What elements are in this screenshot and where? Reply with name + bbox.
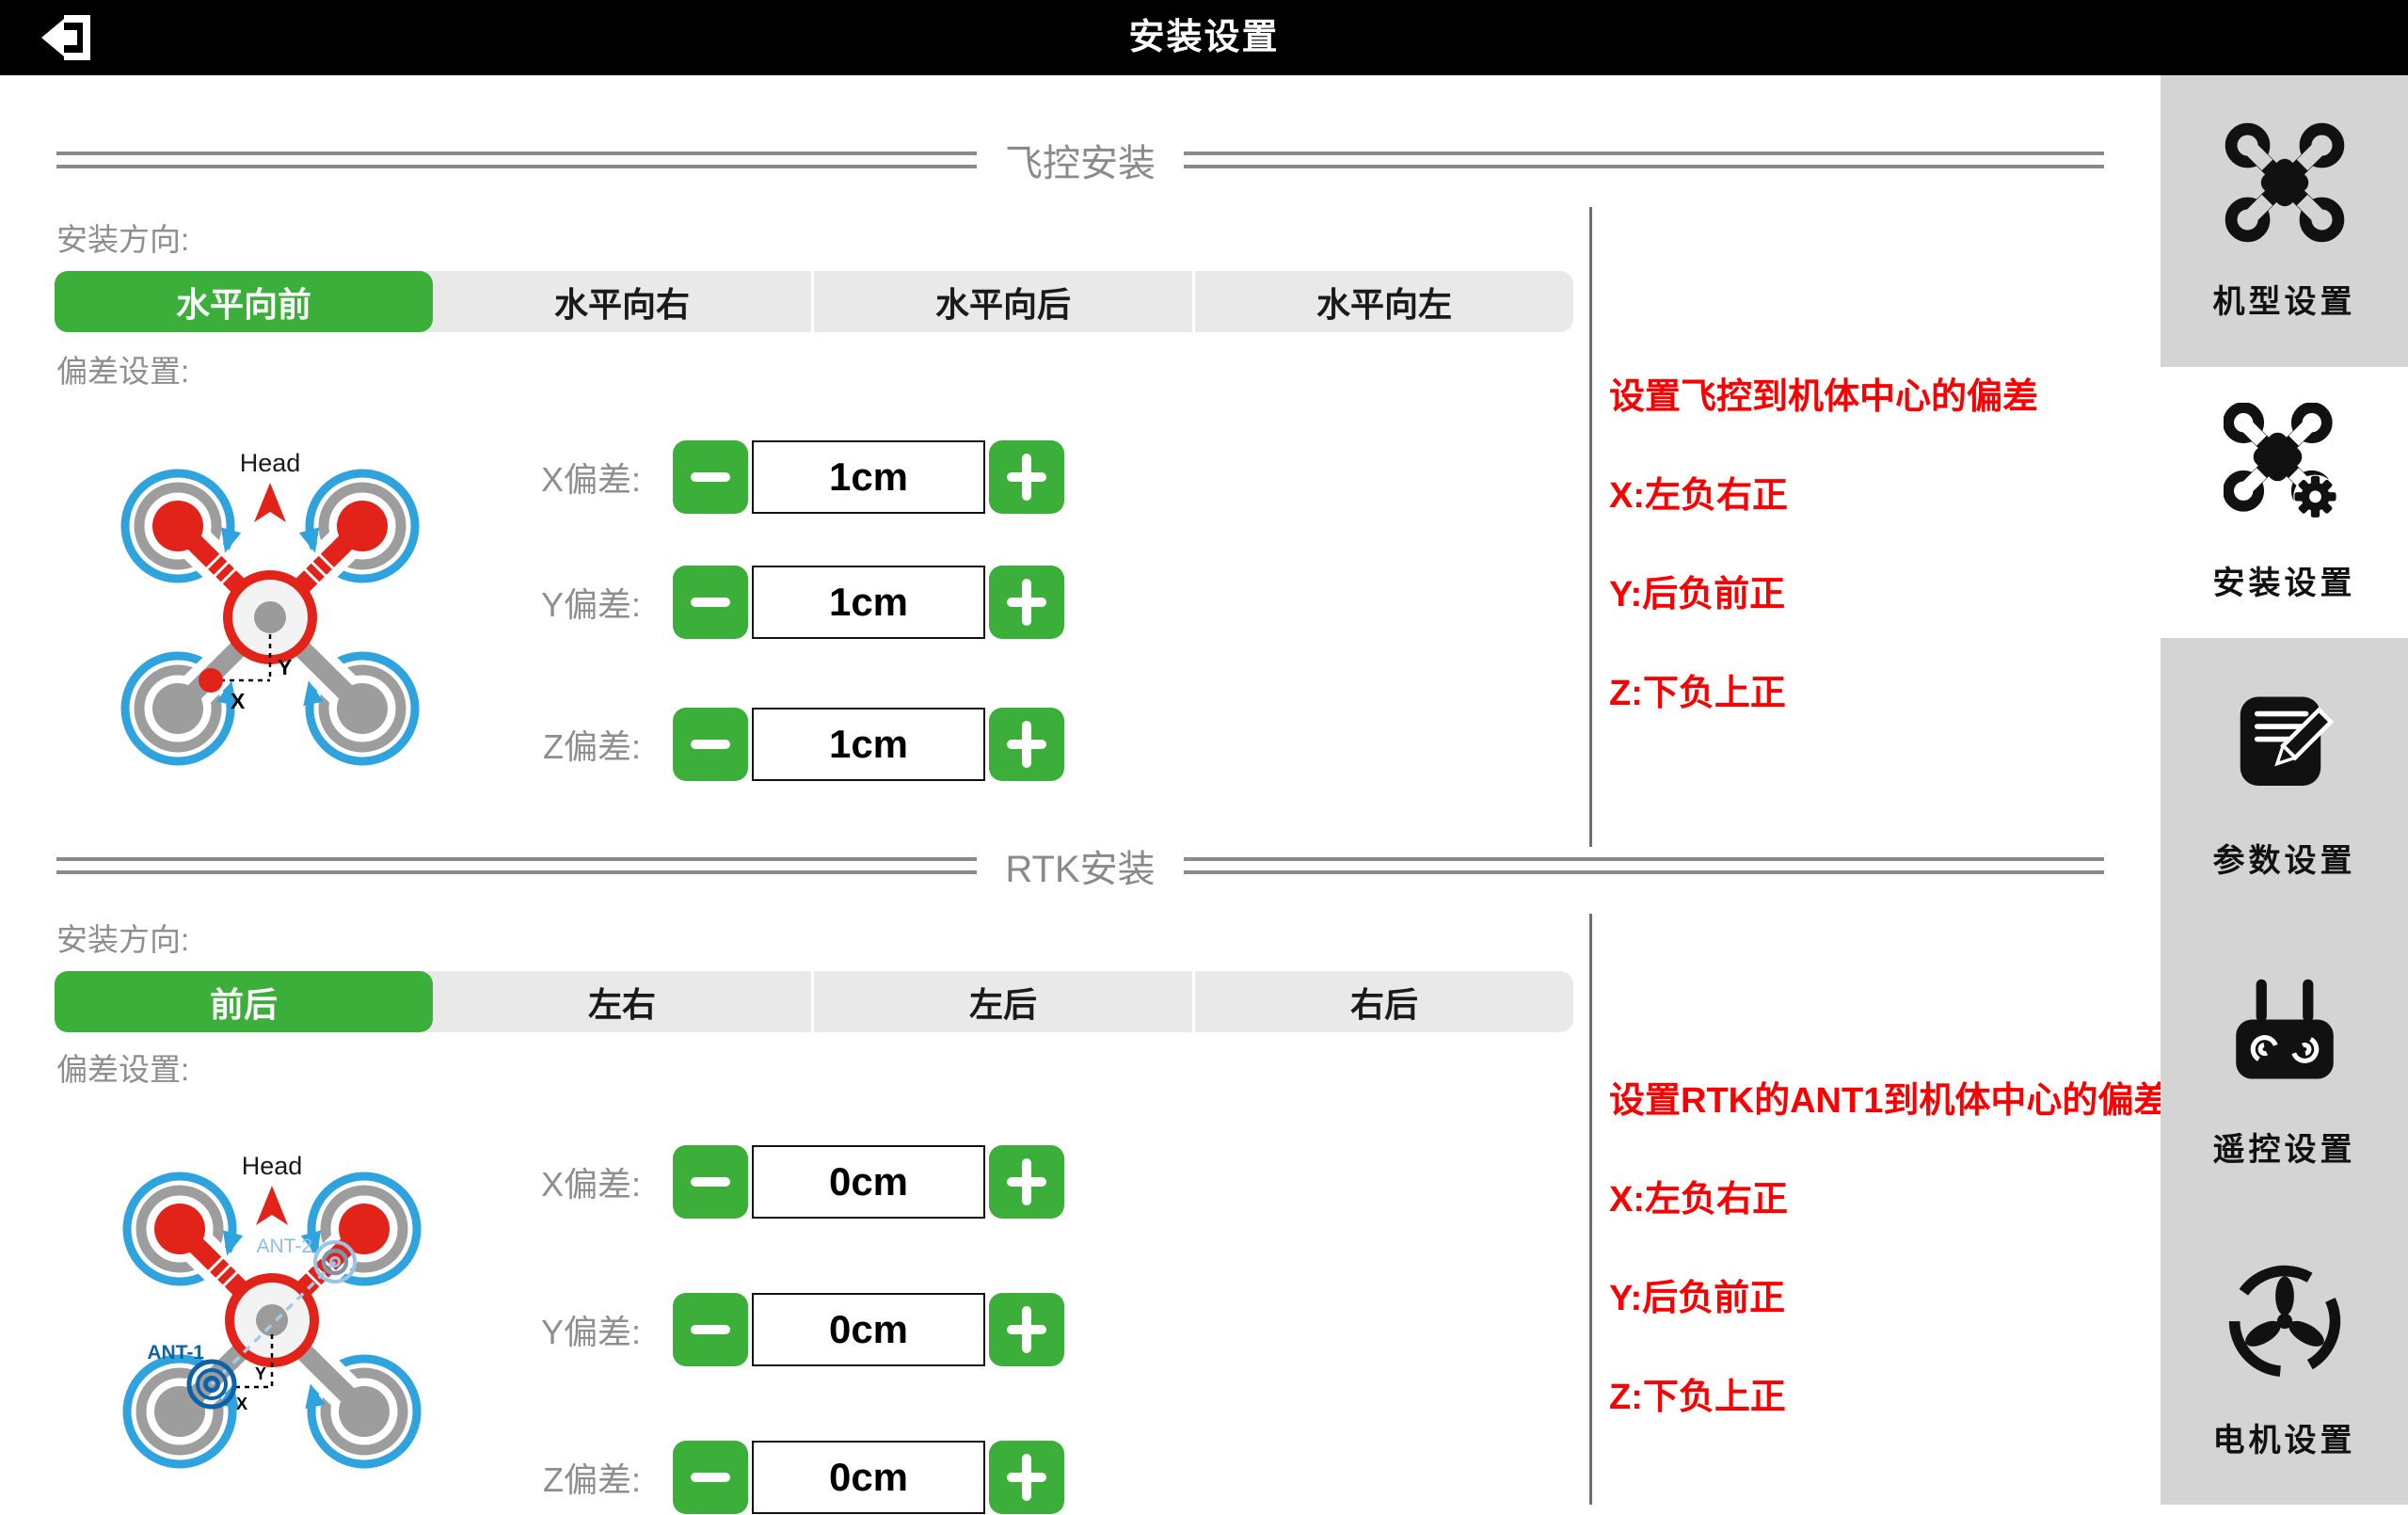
- rtk-x-plus-button[interactable]: [989, 1145, 1064, 1219]
- fc-position-dot: [199, 668, 223, 693]
- fc-x-plus-button[interactable]: [989, 440, 1064, 514]
- rtk-y-offset-input[interactable]: 0cm: [752, 1293, 985, 1366]
- fc-y-offset-row: Y偏差: 1cm: [432, 565, 1064, 640]
- rtk-z-minus-button[interactable]: [673, 1441, 748, 1514]
- rtk-x-offset-row: X偏差: 0cm: [432, 1144, 1064, 1220]
- rtk-help-line: Z:下负上正: [1609, 1377, 2136, 1419]
- fc-z-offset-row: Z偏差: 1cm: [432, 707, 1064, 782]
- fc-x-offset-row: X偏差: 1cm: [432, 439, 1064, 515]
- ant1-label: ANT-1: [147, 1342, 204, 1364]
- section-title-fc: 飞控安装: [999, 133, 1161, 187]
- ant2-label: ANT-2: [256, 1236, 312, 1257]
- head-label: Head: [242, 1152, 303, 1180]
- rtk-direction-label: 安装方向:: [56, 915, 189, 960]
- gear-icon: [2293, 474, 2336, 518]
- rtk-y-minus-button[interactable]: [673, 1293, 748, 1366]
- header-rule-left: [56, 857, 977, 874]
- fc-x-offset-input[interactable]: 1cm: [752, 440, 985, 514]
- sidebar-item-motor-settings[interactable]: 电机设置: [2161, 1216, 2408, 1505]
- fc-x-offset-label: X偏差:: [432, 453, 641, 502]
- fc-y-plus-button[interactable]: [989, 566, 1064, 639]
- axis-y-label: Y: [255, 1364, 266, 1383]
- fc-help-line: Y:后负前正: [1609, 574, 2136, 616]
- tab-rtk-left-right[interactable]: 左右: [433, 971, 811, 1032]
- head-arrow-icon: [256, 1186, 288, 1225]
- fc-y-minus-button[interactable]: [673, 566, 748, 639]
- head-label: Head: [240, 449, 301, 477]
- tab-fc-horizontal-right[interactable]: 水平向右: [433, 271, 811, 332]
- fc-y-offset-label: Y偏差:: [432, 578, 641, 627]
- rtk-x-offset-label: X偏差:: [432, 1157, 641, 1206]
- fc-x-minus-button[interactable]: [673, 440, 748, 514]
- propeller-icon: [2224, 1260, 2346, 1382]
- sidebar-item-remote-control[interactable]: 遥控设置: [2161, 927, 2408, 1216]
- fc-help-line: Z:下负上正: [1609, 673, 2136, 715]
- fc-help-text: 设置飞控到机体中心的偏差 X:左负右正 Y:后负前正 Z:下负上正: [1609, 376, 2136, 772]
- rtk-orientation-tabs: 前后 左右 左后 右后: [55, 971, 1573, 1032]
- section-title-rtk: RTK安装: [999, 838, 1160, 893]
- fc-z-offset-label: Z偏差:: [432, 720, 641, 769]
- rtk-x-minus-button[interactable]: [673, 1145, 748, 1219]
- fc-z-plus-button[interactable]: [989, 708, 1064, 781]
- section-divider: [1589, 914, 1592, 1505]
- tab-rtk-right-back[interactable]: 右后: [1192, 971, 1573, 1032]
- tab-fc-horizontal-back[interactable]: 水平向后: [811, 271, 1192, 332]
- remote-controller-icon: [2225, 973, 2344, 1092]
- fc-direction-label: 安装方向:: [56, 215, 189, 260]
- sidebar-label: 参数设置: [2213, 835, 2356, 881]
- rtk-z-offset-input[interactable]: 0cm: [752, 1441, 985, 1514]
- axis-y-label: Y: [278, 655, 292, 679]
- sidebar-label: 机型设置: [2213, 276, 2356, 322]
- section-header-rtk: RTK安装: [56, 845, 2104, 886]
- sidebar-item-install-settings[interactable]: 安装设置: [2161, 367, 2408, 638]
- section-divider: [1589, 207, 1592, 847]
- rtk-y-offset-row: Y偏差: 0cm: [432, 1292, 1064, 1367]
- tab-rtk-left-back[interactable]: 左后: [811, 971, 1192, 1032]
- rtk-offset-label: 偏差设置:: [56, 1045, 189, 1090]
- rtk-y-plus-button[interactable]: [989, 1293, 1064, 1366]
- tab-fc-horizontal-left[interactable]: 水平向左: [1192, 271, 1573, 332]
- tab-rtk-front-back[interactable]: 前后: [55, 971, 433, 1032]
- header-rule-left: [56, 152, 977, 168]
- rtk-z-offset-row: Z偏差: 0cm: [432, 1440, 1064, 1515]
- fc-orientation-tabs: 水平向前 水平向右 水平向后 水平向左: [55, 271, 1573, 332]
- fc-offset-diagram: Head Y X: [120, 443, 421, 768]
- axis-x-label: X: [231, 689, 246, 713]
- tab-fc-horizontal-forward[interactable]: 水平向前: [55, 271, 433, 332]
- sidebar-label: 电机设置: [2213, 1414, 2356, 1460]
- rtk-y-offset-label: Y偏差:: [432, 1305, 641, 1354]
- topbar: 安装设置: [0, 0, 2408, 75]
- rtk-help-line: 设置RTK的ANT1到机体中心的偏差: [1609, 1080, 2136, 1123]
- document-pencil-icon: [2225, 684, 2344, 803]
- quadcopter-gear-icon: [2224, 403, 2346, 525]
- sidebar-label: 安装设置: [2213, 557, 2356, 603]
- page-title: 安装设置: [0, 0, 2408, 75]
- sidebar-label: 遥控设置: [2213, 1124, 2356, 1170]
- header-rule-right: [1184, 857, 2104, 874]
- fc-help-line: 设置飞控到机体中心的偏差: [1609, 376, 2136, 419]
- rtk-help-line: Y:后负前正: [1609, 1278, 2136, 1320]
- sidebar-item-aircraft-model[interactable]: 机型设置: [2161, 75, 2408, 367]
- fc-z-minus-button[interactable]: [673, 708, 748, 781]
- fc-help-line: X:左负右正: [1609, 475, 2136, 518]
- axis-x-label: X: [236, 1395, 247, 1413]
- fc-y-offset-input[interactable]: 1cm: [752, 566, 985, 639]
- section-header-fc: 飞控安装: [56, 139, 2104, 181]
- fc-offset-label: 偏差设置:: [56, 346, 189, 391]
- quadcopter-icon: [2224, 121, 2346, 244]
- rtk-help-text: 设置RTK的ANT1到机体中心的偏差 X:左负右正 Y:后负前正 Z:下负上正: [1609, 1080, 2136, 1475]
- settings-sidebar: 机型设置: [2161, 75, 2408, 1505]
- head-arrow-icon: [254, 483, 286, 522]
- sidebar-item-parameter-settings[interactable]: 参数设置: [2161, 638, 2408, 927]
- main-content: 飞控安装 安装方向: 水平向前 水平向右 水平向后 水平向左 偏差设置:: [0, 75, 2161, 1505]
- fc-z-offset-input[interactable]: 1cm: [752, 708, 985, 781]
- rtk-offset-diagram: Head ANT-2 ANT-1 Y X: [121, 1146, 423, 1471]
- rtk-z-offset-label: Z偏差:: [432, 1453, 641, 1502]
- rtk-z-plus-button[interactable]: [989, 1441, 1064, 1514]
- rtk-help-line: X:左负右正: [1609, 1179, 2136, 1221]
- rtk-x-offset-input[interactable]: 0cm: [752, 1145, 985, 1219]
- header-rule-right: [1184, 152, 2104, 168]
